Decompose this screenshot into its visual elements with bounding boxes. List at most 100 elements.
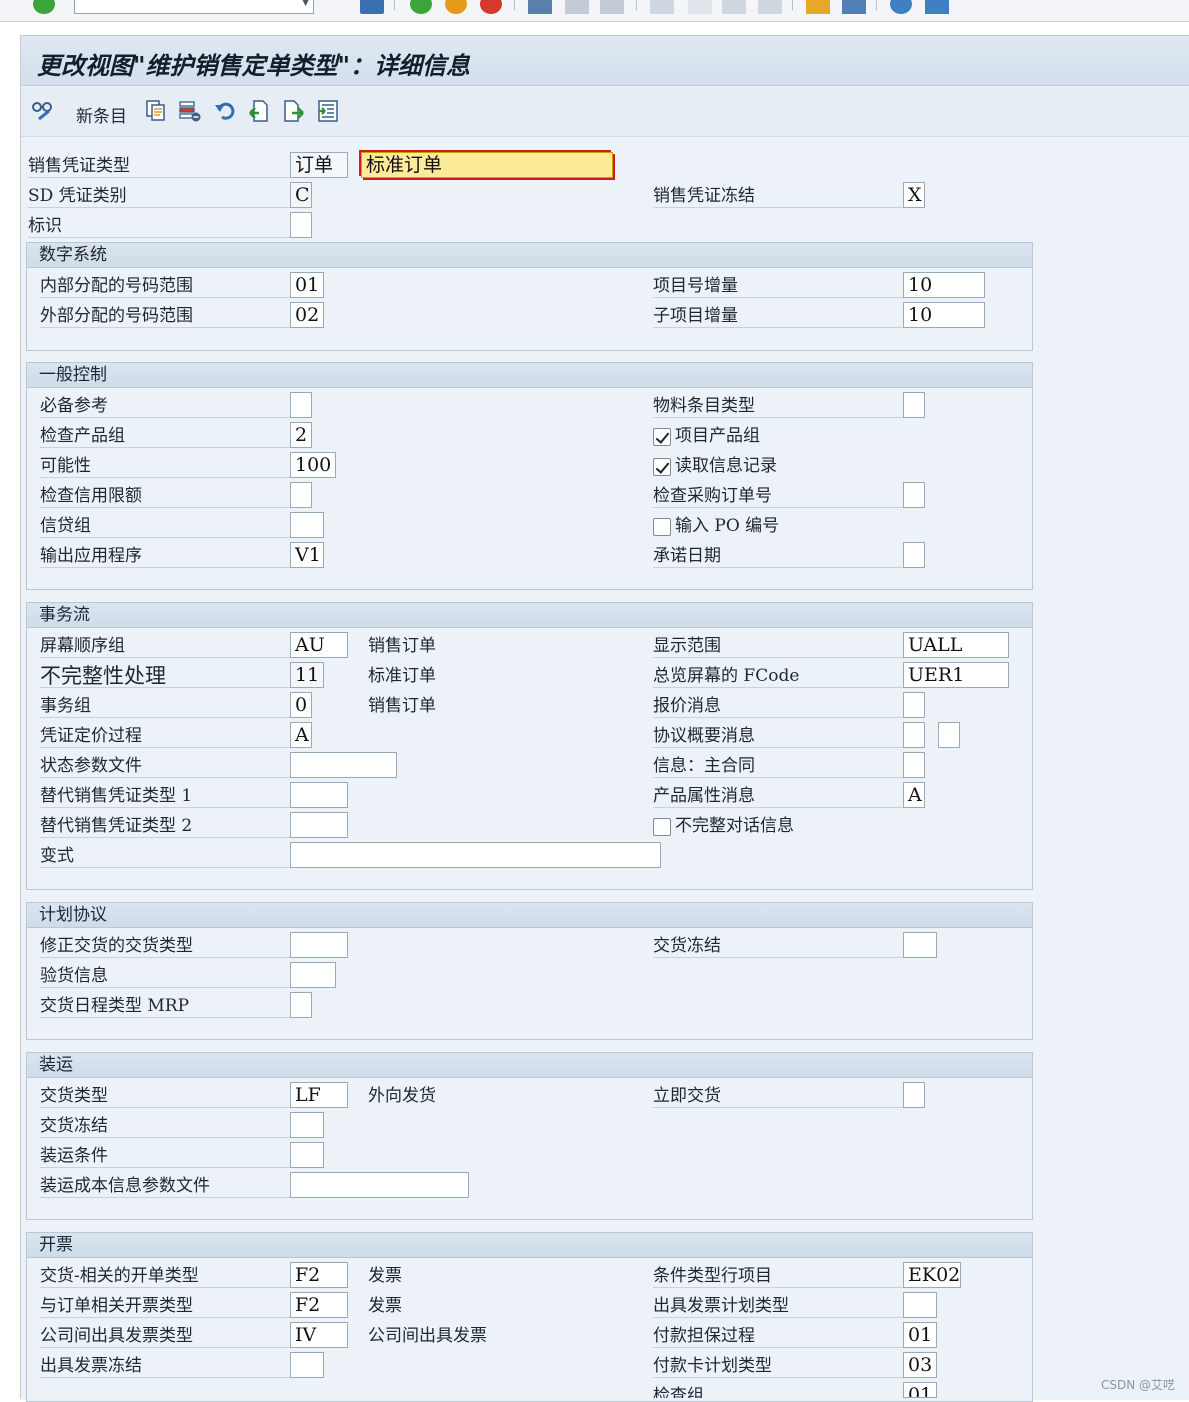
payment-guarantee-procedure-label: 付款担保过程 — [653, 1324, 903, 1348]
previous-entry-icon[interactable] — [247, 99, 271, 123]
quotation-message-field[interactable] — [903, 692, 925, 718]
sd-category-label: SD 凭证类别 — [28, 184, 290, 208]
doc-pricing-procedure-field[interactable]: A — [290, 722, 312, 748]
read-info-record-checkbox[interactable] — [653, 458, 671, 476]
check-division-field[interactable]: 2 — [290, 422, 312, 448]
shipping-title: 装运 — [27, 1053, 1032, 1078]
receipt-info-label: 验货信息 — [40, 964, 290, 988]
delete-icon[interactable] — [178, 99, 202, 123]
find-icon[interactable] — [565, 0, 589, 14]
material-entry-type-field[interactable] — [903, 392, 925, 418]
check-credit-limit-label: 检查信用限额 — [40, 484, 290, 508]
layout-icon[interactable] — [925, 0, 949, 14]
quotation-message-label: 报价消息 — [653, 694, 903, 718]
help-icon[interactable] — [890, 0, 912, 14]
payment-card-plan-type-field[interactable]: 03 — [903, 1352, 937, 1378]
screen-sequence-group-field[interactable]: AU — [290, 632, 348, 658]
doc-type-field[interactable]: 订单 — [290, 152, 348, 178]
command-field[interactable]: ▼ — [74, 0, 314, 14]
transaction-group-field[interactable]: 0 — [290, 692, 312, 718]
delivery-type-label: 交货类型 — [40, 1084, 290, 1108]
incompletion-procedure-field[interactable]: 11 — [290, 662, 324, 688]
order-billing-type-field[interactable]: F2 — [290, 1292, 348, 1318]
billing-plan-type-field[interactable] — [903, 1292, 937, 1318]
alt-doc-type-1-label: 替代销售凭证类型 1 — [40, 784, 290, 808]
receipt-info-field[interactable] — [290, 962, 336, 988]
outline-agreement-message-field-2[interactable] — [938, 722, 960, 748]
outline-agreement-message-field[interactable] — [903, 722, 925, 748]
commitment-date-field[interactable] — [903, 542, 925, 568]
print-icon[interactable] — [528, 0, 552, 14]
new-entry-button[interactable]: 新条目 — [76, 102, 127, 127]
next-page-icon[interactable] — [722, 0, 746, 14]
condition-type-line-item-field[interactable]: EK02 — [903, 1262, 961, 1288]
sub-item-increment-field[interactable]: 10 — [903, 302, 985, 328]
shipping-cost-profile-field[interactable] — [290, 1172, 469, 1198]
glasses-edit-icon[interactable] — [31, 99, 55, 123]
back-icon[interactable] — [410, 0, 432, 14]
master-contract-field[interactable] — [903, 752, 925, 778]
delivery-schedule-mrp-field[interactable] — [290, 992, 312, 1018]
check-po-number-label: 检查采购订单号 — [653, 484, 903, 508]
select-block-icon[interactable] — [316, 99, 340, 123]
material-entry-type-label: 物料条目类型 — [653, 394, 903, 418]
shipping-conditions-field[interactable] — [290, 1142, 324, 1168]
variant-field[interactable] — [290, 842, 661, 868]
alt-doc-type-1-field[interactable] — [290, 782, 348, 808]
probability-field[interactable]: 100 — [290, 452, 336, 478]
number-system-title: 数字系统 — [27, 243, 1032, 268]
billing-block-field[interactable] — [290, 1352, 324, 1378]
find-next-icon[interactable] — [600, 0, 624, 14]
undo-icon[interactable] — [213, 99, 237, 123]
check-group-label: 检查组 — [653, 1386, 704, 1398]
check-group-field[interactable]: 01 — [903, 1382, 937, 1398]
enter-po-number-checkbox[interactable] — [653, 518, 671, 536]
item-increment-field[interactable]: 10 — [903, 272, 985, 298]
credit-group-field[interactable] — [290, 512, 324, 538]
sd-category-field[interactable]: C — [290, 182, 312, 208]
probability-label: 可能性 — [40, 454, 290, 478]
check-credit-limit-field[interactable] — [290, 482, 312, 508]
alt-doc-type-2-field[interactable] — [290, 812, 348, 838]
next-entry-icon[interactable] — [282, 99, 306, 123]
product-attribute-message-field[interactable]: A — [903, 782, 925, 808]
delivery-billing-type-desc: 发票 — [368, 1266, 402, 1286]
copy-icon[interactable] — [144, 99, 168, 123]
chevron-down-icon[interactable]: ▼ — [302, 0, 309, 8]
reference-mandatory-field[interactable] — [290, 392, 312, 418]
billing-plan-type-label: 出具发票计划类型 — [653, 1294, 903, 1318]
status-profile-field[interactable] — [290, 752, 397, 778]
output-application-field[interactable]: V1 — [290, 542, 324, 568]
doc-type-description-field[interactable]: 标准订单 — [361, 152, 613, 178]
shipping-cost-profile-label: 装运成本信息参数文件 — [40, 1174, 290, 1198]
immediate-delivery-label: 立即交货 — [653, 1084, 903, 1108]
sales-doc-block-field[interactable]: X — [903, 182, 925, 208]
internal-number-range-field[interactable]: 01 — [290, 272, 324, 298]
create-session-icon[interactable] — [806, 0, 830, 14]
indicator-field[interactable] — [290, 212, 312, 238]
first-page-icon[interactable] — [650, 0, 674, 14]
payment-guarantee-procedure-field[interactable]: 01 — [903, 1322, 937, 1348]
double-chevron-icon[interactable] — [326, 0, 344, 14]
previous-page-icon[interactable] — [688, 0, 712, 14]
display-range-field[interactable]: UALL — [903, 632, 1009, 658]
external-number-range-field[interactable]: 02 — [290, 302, 324, 328]
scheduling-delivery-block-field[interactable] — [903, 932, 937, 958]
enter-icon[interactable] — [33, 0, 55, 14]
overview-fcode-field[interactable]: UER1 — [903, 662, 1009, 688]
delivery-type-field[interactable]: LF — [290, 1082, 348, 1108]
delivery-billing-type-field[interactable]: F2 — [290, 1262, 348, 1288]
last-page-icon[interactable] — [758, 0, 782, 14]
shipping-delivery-block-field[interactable] — [290, 1112, 324, 1138]
shortcut-icon[interactable] — [842, 0, 866, 14]
cancel-icon[interactable] — [480, 0, 502, 14]
exit-icon[interactable] — [445, 0, 467, 14]
shipping-delivery-block-label: 交货冻结 — [40, 1114, 290, 1138]
save-icon[interactable] — [360, 0, 384, 14]
incomplete-dialog-checkbox[interactable] — [653, 818, 671, 836]
intercompany-billing-type-field[interactable]: IV — [290, 1322, 348, 1348]
check-po-number-field[interactable] — [903, 482, 925, 508]
immediate-delivery-field[interactable] — [903, 1082, 925, 1108]
correction-delivery-type-field[interactable] — [290, 932, 348, 958]
item-division-checkbox[interactable] — [653, 428, 671, 446]
